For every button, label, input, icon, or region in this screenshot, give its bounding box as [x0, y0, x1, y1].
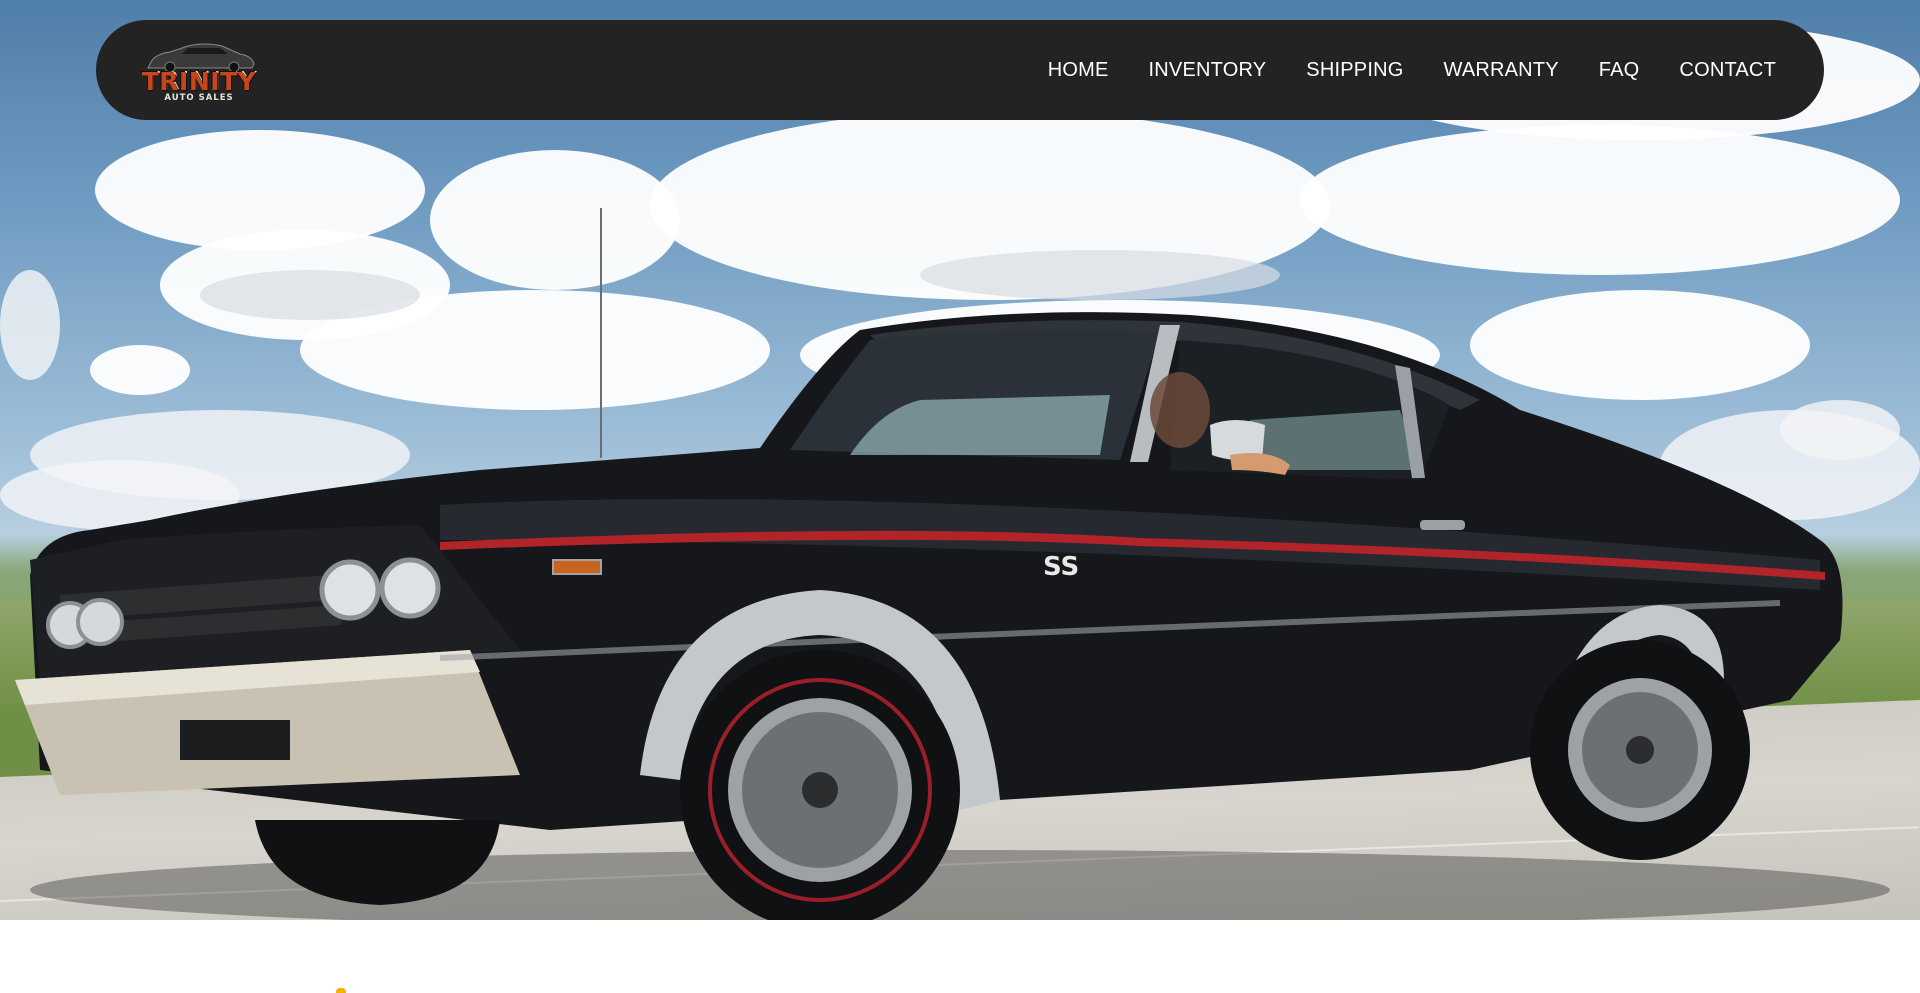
- nav-link-warranty[interactable]: WARRANTY: [1443, 59, 1558, 82]
- logo-brand-text: TRINITY: [141, 67, 257, 96]
- top-navbar: TRINITY AUTO SALES HOME INVENTORY SHIPPI…: [96, 20, 1824, 120]
- hero-banner: SS: [0, 0, 1920, 920]
- nav-link-contact[interactable]: CONTACT: [1679, 59, 1776, 82]
- nav-link-inventory[interactable]: INVENTORY: [1149, 59, 1267, 82]
- trinity-logo[interactable]: TRINITY AUTO SALES: [136, 36, 262, 106]
- cloud: [430, 150, 680, 290]
- main-menu: HOME INVENTORY SHIPPING WARRANTY FAQ CON…: [1048, 20, 1776, 120]
- ss-badge: SS: [1043, 552, 1079, 582]
- cloud-shadow: [920, 250, 1280, 300]
- muscle-car-image: SS: [15, 312, 1890, 920]
- nav-link-faq[interactable]: FAQ: [1599, 59, 1640, 82]
- nav-link-home[interactable]: HOME: [1048, 59, 1109, 82]
- logo-tagline-text: AUTO SALES: [164, 93, 234, 103]
- cloud: [1300, 125, 1900, 275]
- section-accent-mark: [336, 988, 346, 993]
- nav-link-shipping[interactable]: SHIPPING: [1306, 59, 1403, 82]
